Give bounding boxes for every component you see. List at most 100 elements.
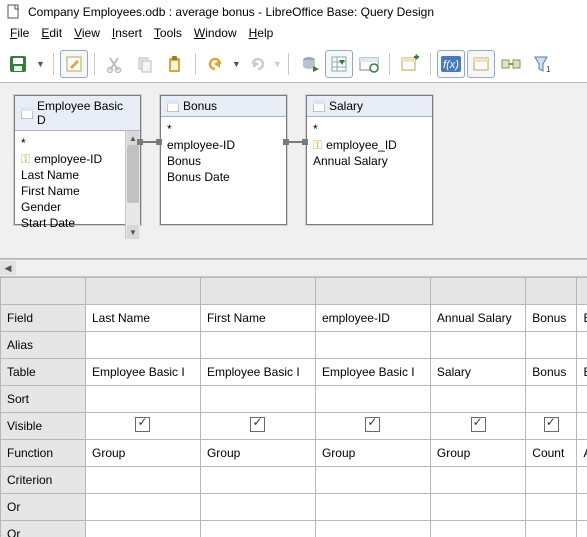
field-list[interactable]: * ⚿employee_ID Annual Salary: [307, 117, 432, 225]
run-query-button[interactable]: [295, 50, 323, 78]
cell-table[interactable]: Employee Basic I: [315, 359, 430, 386]
sql-view-button[interactable]: [355, 50, 383, 78]
cell-function[interactable]: Group: [430, 440, 525, 467]
cell-criterion[interactable]: [315, 467, 430, 494]
cell-alias[interactable]: [430, 332, 525, 359]
cell-function[interactable]: Group: [86, 440, 201, 467]
table-title[interactable]: Salary: [307, 96, 432, 117]
checkbox-checked-icon[interactable]: [250, 417, 265, 432]
cell-or[interactable]: [315, 494, 430, 521]
cell-criterion[interactable]: [577, 467, 587, 494]
cell-function[interactable]: Group: [200, 440, 315, 467]
cell-sort[interactable]: [577, 386, 587, 413]
cell-alias[interactable]: [577, 332, 587, 359]
field-last-name[interactable]: Last Name: [21, 167, 123, 183]
paste-button[interactable]: [161, 50, 189, 78]
cell-field[interactable]: employee-ID: [315, 305, 430, 332]
cell-criterion[interactable]: [86, 467, 201, 494]
menu-view[interactable]: View: [70, 24, 104, 42]
cell-or[interactable]: [526, 521, 577, 537]
cell-field[interactable]: First Name: [200, 305, 315, 332]
cell-sort[interactable]: [315, 386, 430, 413]
cell-alias[interactable]: [315, 332, 430, 359]
dropdown-icon[interactable]: ▼: [273, 59, 282, 69]
cell-or[interactable]: [430, 521, 525, 537]
field-bonus-date[interactable]: Bonus Date: [167, 169, 284, 185]
menu-file[interactable]: File: [6, 24, 33, 42]
cell-or[interactable]: [577, 494, 587, 521]
field-gender[interactable]: Gender: [21, 199, 123, 215]
cell-sort[interactable]: [526, 386, 577, 413]
functions-button[interactable]: f(x): [437, 50, 465, 78]
scroll-left-icon[interactable]: ◀: [0, 261, 16, 275]
cell-sort[interactable]: [86, 386, 201, 413]
cell-or[interactable]: [315, 521, 430, 537]
cell-or[interactable]: [200, 494, 315, 521]
cell-function[interactable]: Count: [526, 440, 577, 467]
cell-sort[interactable]: [430, 386, 525, 413]
checkbox-checked-icon[interactable]: [365, 417, 380, 432]
table-title[interactable]: Employee Basic D: [15, 96, 140, 131]
cell-table[interactable]: Salary: [430, 359, 525, 386]
add-table-button[interactable]: [396, 50, 424, 78]
field-list[interactable]: * employee-ID Bonus Bonus Date: [161, 117, 286, 225]
cell-alias[interactable]: [86, 332, 201, 359]
cell-visible[interactable]: [577, 413, 587, 440]
field-annual-salary[interactable]: Annual Salary: [313, 153, 430, 169]
save-button[interactable]: [4, 50, 32, 78]
checkbox-checked-icon[interactable]: [471, 417, 486, 432]
cell-table[interactable]: Employee Basic I: [86, 359, 201, 386]
menu-tools[interactable]: Tools: [150, 24, 186, 42]
field-star[interactable]: *: [21, 135, 123, 151]
field-list[interactable]: * ⚿employee-ID Last Name First Name Gend…: [15, 131, 125, 239]
field-star[interactable]: *: [313, 121, 430, 137]
field-start-date[interactable]: Start Date: [21, 215, 123, 231]
copy-button[interactable]: [131, 50, 159, 78]
cell-criterion[interactable]: [200, 467, 315, 494]
cell-function[interactable]: Group: [315, 440, 430, 467]
field-first-name[interactable]: First Name: [21, 183, 123, 199]
dropdown-icon[interactable]: ▼: [34, 59, 47, 69]
cell-field[interactable]: Bonus: [526, 305, 577, 332]
menu-window[interactable]: Window: [190, 24, 241, 42]
menu-edit[interactable]: Edit: [37, 24, 66, 42]
table-title[interactable]: Bonus: [161, 96, 286, 117]
scroll-down-icon[interactable]: ▼: [127, 225, 139, 239]
menu-insert[interactable]: Insert: [108, 24, 146, 42]
horizontal-scrollbar[interactable]: ◀: [0, 259, 587, 277]
cell-alias[interactable]: [200, 332, 315, 359]
dropdown-icon[interactable]: ▼: [232, 59, 241, 69]
cell-or[interactable]: [526, 494, 577, 521]
cell-or[interactable]: [430, 494, 525, 521]
cell-field[interactable]: Last Name: [86, 305, 201, 332]
alias-button[interactable]: [497, 50, 525, 78]
cell-or[interactable]: [200, 521, 315, 537]
cell-criterion[interactable]: [526, 467, 577, 494]
table-employee[interactable]: Employee Basic D * ⚿employee-ID Last Nam…: [14, 95, 141, 225]
checkbox-checked-icon[interactable]: [544, 417, 559, 432]
undo-button[interactable]: [202, 50, 230, 78]
cell-or[interactable]: [86, 521, 201, 537]
cut-button[interactable]: [101, 50, 129, 78]
table-bonus[interactable]: Bonus * employee-ID Bonus Bonus Date: [160, 95, 287, 225]
cell-table[interactable]: Bonus: [577, 359, 587, 386]
cell-sort[interactable]: [200, 386, 315, 413]
field-bonus[interactable]: Bonus: [167, 153, 284, 169]
cell-field[interactable]: Bonus: [577, 305, 587, 332]
cell-or[interactable]: [86, 494, 201, 521]
redo-button[interactable]: [243, 50, 271, 78]
cell-table[interactable]: Bonus: [526, 359, 577, 386]
field-star[interactable]: *: [167, 121, 284, 137]
field-employee-id[interactable]: ⚿employee-ID: [21, 151, 123, 167]
table-name-button[interactable]: [467, 50, 495, 78]
cell-table[interactable]: Employee Basic I: [200, 359, 315, 386]
query-grid[interactable]: Field Last Name First Name employee-ID A…: [0, 277, 587, 537]
relations-pane[interactable]: Employee Basic D * ⚿employee-ID Last Nam…: [0, 83, 587, 259]
cell-alias[interactable]: [526, 332, 577, 359]
edit-mode-button[interactable]: [60, 50, 88, 78]
cell-visible[interactable]: [430, 413, 525, 440]
field-employee-id[interactable]: ⚿employee_ID: [313, 137, 430, 153]
cell-visible[interactable]: [86, 413, 201, 440]
checkbox-checked-icon[interactable]: [135, 417, 150, 432]
menu-help[interactable]: Help: [245, 24, 278, 42]
